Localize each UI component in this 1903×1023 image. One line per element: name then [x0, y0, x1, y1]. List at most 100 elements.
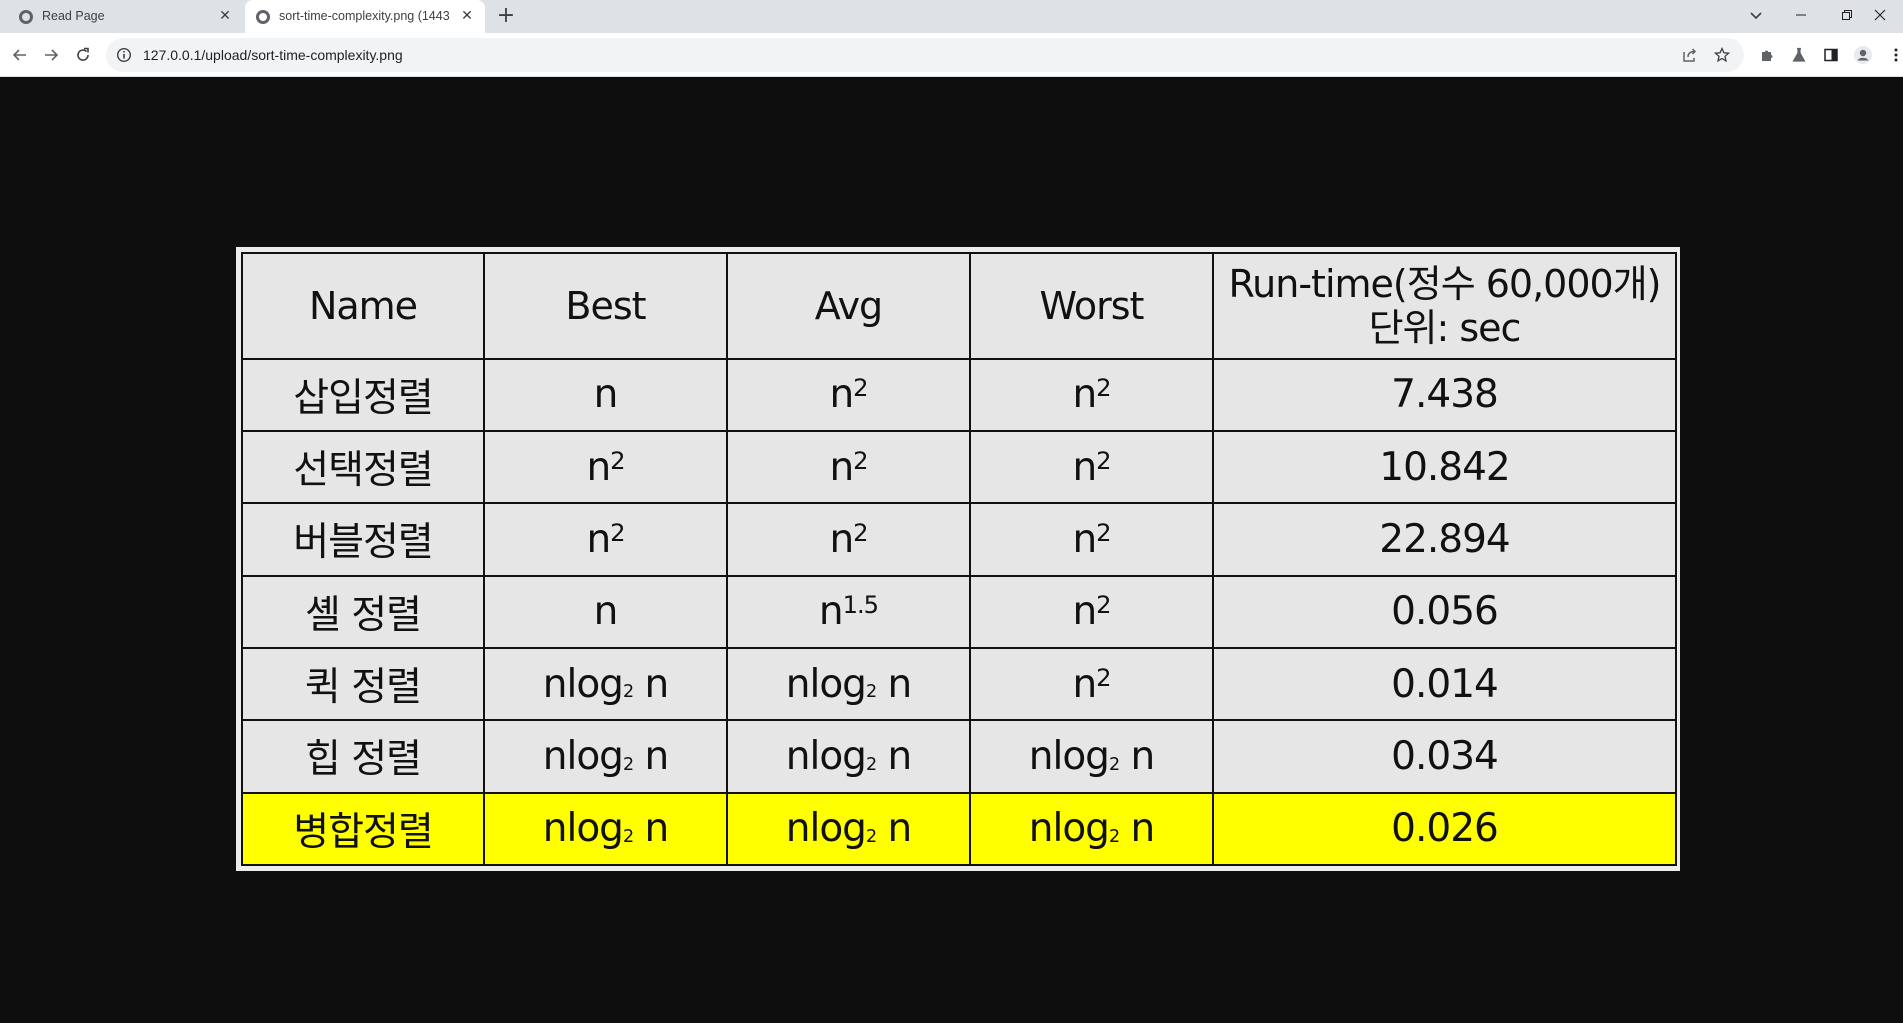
- flask-icon[interactable]: [1789, 45, 1809, 65]
- complexity-exponent: 2: [610, 446, 625, 475]
- cell-worst: nlog2 n: [969, 719, 1214, 794]
- complexity-arg: n: [633, 733, 669, 779]
- complexity-base: nlog: [785, 733, 867, 779]
- cell-name: 병합정렬: [241, 791, 485, 867]
- cell-best: nlog2 n: [483, 791, 728, 867]
- header-best: Best: [483, 252, 728, 360]
- star-icon[interactable]: [1712, 45, 1732, 65]
- globe-icon: [19, 10, 33, 24]
- cell-name: 삽입정렬: [241, 357, 485, 432]
- header-avg: Avg: [726, 252, 971, 360]
- complexity-exponent: 2: [1096, 591, 1111, 620]
- cell-runtime: 10.842: [1212, 429, 1677, 505]
- chevron-down-icon[interactable]: [1746, 6, 1766, 26]
- header-runtime-line1: Run-time(정수 60,000개): [1228, 261, 1661, 306]
- cell-name: 선택정렬: [241, 429, 485, 505]
- complexity-exponent: 2: [1096, 374, 1111, 403]
- table-row: 삽입정렬 n n2 n2 7.438: [241, 357, 1677, 432]
- cell-runtime: 0.014: [1212, 646, 1677, 722]
- info-icon[interactable]: [116, 47, 132, 63]
- cell-avg: n1.5: [726, 574, 971, 649]
- cell-best: n2: [483, 429, 728, 505]
- cell-avg: n2: [726, 502, 971, 577]
- sort-complexity-image: Name Best Avg Worst Run-time(정수 60,000개)…: [236, 247, 1680, 871]
- complexity-base: nlog: [1028, 806, 1110, 852]
- header-worst: Worst: [969, 252, 1214, 360]
- complexity-base: n: [1072, 589, 1097, 635]
- complexity-base: n: [593, 372, 619, 418]
- table-row: 선택정렬 n2 n2 n2 10.842: [241, 429, 1677, 505]
- complexity-exponent: 1.5: [842, 591, 879, 620]
- reload-icon[interactable]: [71, 43, 95, 67]
- arrow-left-icon[interactable]: [8, 43, 32, 67]
- cell-worst: n2: [969, 574, 1214, 649]
- table-row: 셸 정렬 n n1.5 n2 0.056: [241, 574, 1677, 649]
- close-icon[interactable]: ✕: [458, 7, 476, 25]
- complexity-arg: n: [633, 806, 669, 852]
- log-base: 2: [622, 754, 634, 775]
- complexity-exponent: 2: [1096, 663, 1111, 692]
- table-row: 병합정렬 nlog2 n nlog2 n nlog2 n 0.026: [241, 791, 1677, 867]
- new-tab-button[interactable]: +: [494, 5, 518, 29]
- log-base: 2: [865, 754, 877, 775]
- complexity-base: n: [1072, 444, 1097, 490]
- address-bar[interactable]: 127.0.0.1/upload/sort-time-complexity.pn…: [106, 38, 1744, 72]
- side-panel-icon[interactable]: [1821, 45, 1841, 65]
- header-runtime-line2: 단위: sec: [1368, 305, 1522, 350]
- cell-best: nlog2 n: [483, 646, 728, 722]
- tab-sort-time-complexity[interactable]: sort-time-complexity.png (1443 ✕: [245, 0, 485, 33]
- tab-title: Read Page: [42, 9, 105, 23]
- complexity-base: n: [586, 444, 611, 490]
- cell-name: 셸 정렬: [241, 574, 485, 649]
- kebab-menu-icon[interactable]: [1886, 45, 1903, 65]
- cell-best: nlog2 n: [483, 719, 728, 794]
- complexity-arg: n: [876, 733, 912, 779]
- complexity-arg: n: [633, 661, 669, 707]
- share-icon[interactable]: [1680, 45, 1700, 65]
- cell-worst: nlog2 n: [969, 791, 1214, 867]
- cell-name: 버블정렬: [241, 502, 485, 577]
- close-icon[interactable]: ✕: [216, 7, 234, 25]
- puzzle-icon[interactable]: [1757, 45, 1777, 65]
- log-base: 2: [1108, 827, 1120, 848]
- complexity-base: n: [1072, 661, 1097, 707]
- cell-name: 퀵 정렬: [241, 646, 485, 722]
- complexity-exponent: 2: [610, 519, 625, 547]
- complexity-base: n: [593, 589, 619, 635]
- cell-runtime: 0.034: [1212, 719, 1677, 794]
- tab-title: sort-time-complexity.png (1443: [279, 9, 450, 23]
- complexity-exponent: 2: [1096, 446, 1111, 475]
- complexity-base: nlog: [542, 661, 624, 707]
- minimize-button[interactable]: [1778, 0, 1824, 30]
- table-row: 힙 정렬 nlog2 n nlog2 n nlog2 n 0.034: [241, 719, 1677, 794]
- cell-worst: n2: [969, 502, 1214, 577]
- header-name: Name: [241, 252, 485, 360]
- log-base: 2: [1108, 754, 1120, 775]
- cell-worst: n2: [969, 357, 1214, 432]
- cell-avg: n2: [726, 357, 971, 432]
- tab-strip: Read Page ✕ sort-time-complexity.png (14…: [0, 0, 1903, 33]
- tab-read-page[interactable]: Read Page ✕: [8, 0, 243, 33]
- complexity-base: n: [1072, 372, 1097, 418]
- sort-complexity-table: Name Best Avg Worst Run-time(정수 60,000개)…: [241, 252, 1677, 867]
- arrow-right-icon[interactable]: [39, 43, 63, 67]
- log-base: 2: [622, 827, 634, 848]
- complexity-arg: n: [876, 661, 912, 707]
- cell-best: n: [483, 357, 728, 432]
- cell-worst: n2: [969, 646, 1214, 722]
- cell-best: n: [483, 574, 728, 649]
- log-base: 2: [622, 682, 634, 703]
- cell-runtime: 0.026: [1212, 791, 1677, 867]
- image-viewport: Name Best Avg Worst Run-time(정수 60,000개)…: [0, 78, 1903, 1023]
- complexity-base: n: [818, 589, 844, 635]
- table-header-row: Name Best Avg Worst Run-time(정수 60,000개)…: [241, 252, 1677, 360]
- complexity-base: n: [829, 372, 854, 418]
- cell-name: 힙 정렬: [241, 719, 485, 794]
- url-text: 127.0.0.1/upload/sort-time-complexity.pn…: [143, 47, 403, 63]
- table-row: 퀵 정렬 nlog2 n nlog2 n n2 0.014: [241, 646, 1677, 722]
- close-window-button[interactable]: [1857, 0, 1903, 30]
- log-base: 2: [865, 827, 877, 848]
- complexity-arg: n: [876, 806, 912, 852]
- complexity-base: n: [829, 444, 854, 490]
- profile-icon[interactable]: [1853, 45, 1873, 65]
